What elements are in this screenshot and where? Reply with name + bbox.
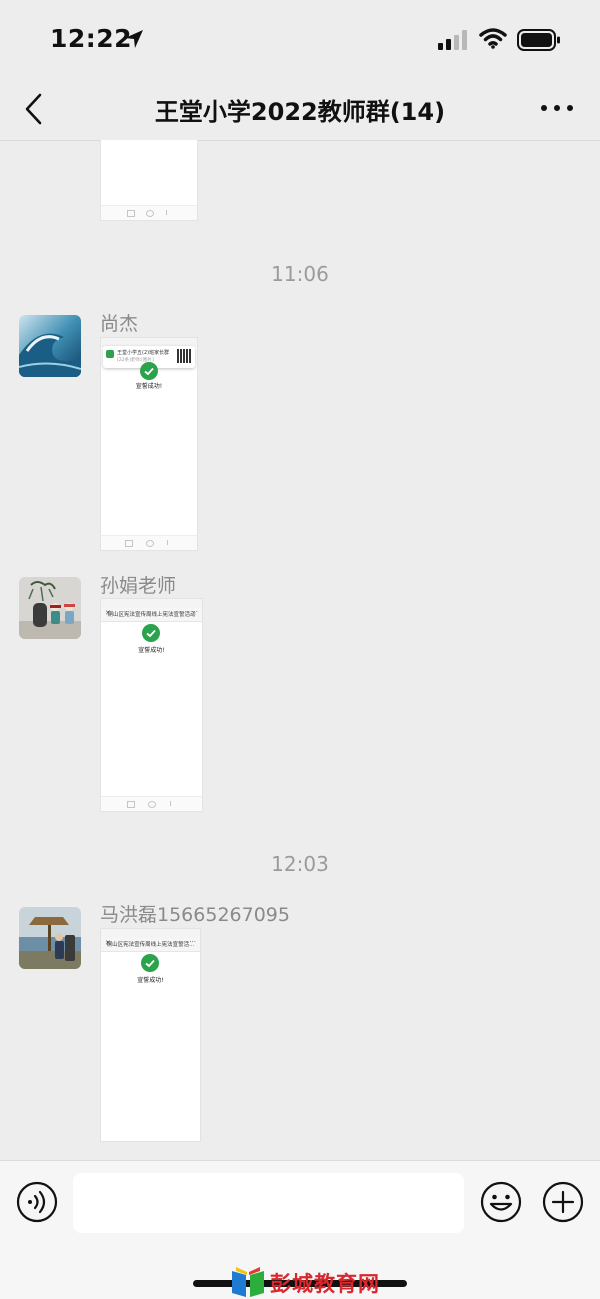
screenshot-nav-keys xyxy=(101,535,197,550)
sender-name: 尚杰 xyxy=(100,313,139,335)
success-text: 宣誓成功! xyxy=(138,647,165,654)
screenshot-status-bar xyxy=(101,599,202,608)
more-options-icon[interactable] xyxy=(538,98,576,118)
chat-input-bar: 彭城教育网 xyxy=(0,1160,600,1299)
image-message[interactable]: 王堂小学五(2)班家长群 [22条]老师:[图片] 宣誓成功! xyxy=(100,337,198,551)
avatar[interactable] xyxy=(19,577,81,639)
avatar[interactable] xyxy=(19,907,81,969)
cellular-signal-icon xyxy=(438,30,467,50)
status-bar: 12:22 xyxy=(0,0,600,80)
battery-icon xyxy=(517,29,560,51)
screenshot-page-header: ✕ 铜山区宪法宣传周线上宪法宣誓活动 ··· xyxy=(101,608,202,622)
screenshot-page-header: ✕ 铜山区宪法宣传周线上宪法宣誓活... ··· xyxy=(101,938,200,952)
message-timestamp: 12:03 xyxy=(271,852,329,876)
screenshot-page-title: 铜山区宪法宣传周线上宪法宣誓活... xyxy=(106,942,195,948)
chat-title: 王堂小学2022教师群(14) xyxy=(154,98,446,126)
more-icon: ··· xyxy=(191,608,198,616)
watermark: 彭城教育网 xyxy=(228,1263,388,1299)
wifi-icon xyxy=(479,28,507,49)
sender-name: 孙娟老师 xyxy=(100,575,177,597)
image-message[interactable]: ✕ 铜山区宪法宣传周线上宪法宣誓活动 ··· 宣誓成功! xyxy=(100,598,203,812)
checkmark-icon xyxy=(141,954,159,972)
location-arrow-icon xyxy=(125,30,143,48)
watermark-text: 彭城教育网 xyxy=(270,1272,380,1296)
wave-avatar-image xyxy=(19,315,81,377)
chat-header: 王堂小学2022教师群(14) xyxy=(0,78,600,141)
screenshot-page-title: 铜山区宪法宣传周线上宪法宣誓活动 xyxy=(107,612,196,618)
success-text: 宣誓成功! xyxy=(137,977,164,984)
avatar[interactable] xyxy=(19,315,81,377)
status-time: 12:22 xyxy=(50,24,133,53)
more-functions-plus-icon[interactable] xyxy=(542,1181,584,1223)
checkmark-icon xyxy=(140,362,158,380)
qr-code-icon xyxy=(177,349,191,363)
notification-title: 王堂小学五(2)班家长群 xyxy=(117,350,170,356)
sender-name: 马洪磊15665267095 xyxy=(100,904,290,926)
emoji-icon[interactable] xyxy=(480,1181,522,1223)
wechat-icon xyxy=(106,350,114,358)
lakeside-avatar-image xyxy=(19,907,81,969)
image-message[interactable]: ✕ 铜山区宪法宣传周线上宪法宣誓活... ··· 宣誓成功! xyxy=(100,928,201,1142)
screenshot-nav-keys xyxy=(101,796,202,811)
checkmark-icon xyxy=(142,624,160,642)
screenshot-nav-keys xyxy=(101,205,197,220)
voice-input-icon[interactable] xyxy=(16,1181,58,1223)
screenshot-status-bar xyxy=(101,929,200,938)
image-message-previous[interactable] xyxy=(100,140,198,221)
back-chevron-icon[interactable] xyxy=(22,92,46,126)
message-timestamp: 11:06 xyxy=(271,262,329,286)
books-logo-icon xyxy=(232,1267,264,1297)
figurines-avatar-image xyxy=(19,577,81,639)
more-icon: ··· xyxy=(189,938,196,946)
success-text: 宣誓成功! xyxy=(135,383,163,390)
message-input[interactable] xyxy=(73,1173,464,1233)
